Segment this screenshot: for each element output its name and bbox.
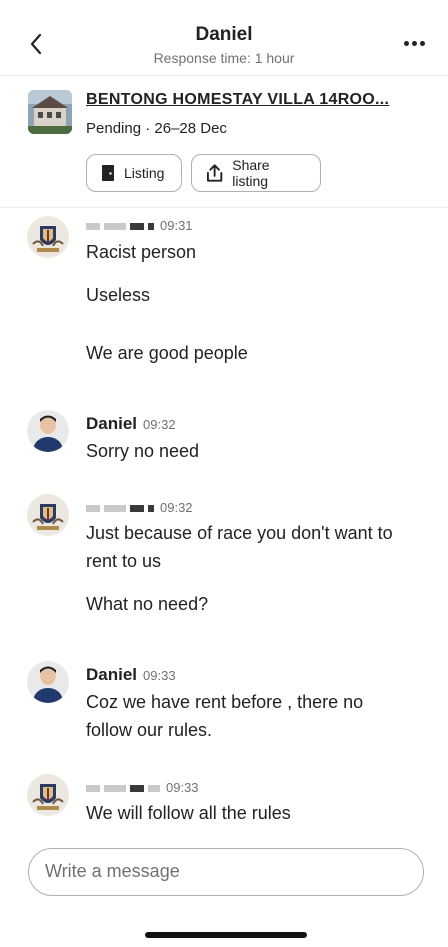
share-listing-button[interactable]: Share listing: [191, 154, 321, 192]
message-text: We are good people: [86, 343, 248, 363]
more-horizontal-icon: [403, 40, 409, 46]
message-time: 09:33: [166, 780, 199, 795]
home-indicator: [145, 932, 307, 938]
booking-status: Pending · 26–28 Dec: [86, 120, 227, 137]
more-dot: [411, 40, 417, 46]
crest-avatar-image: [27, 494, 69, 536]
villa-image: [28, 90, 72, 134]
more-options-button[interactable]: [400, 34, 428, 52]
host-avatar[interactable]: [27, 410, 69, 452]
response-time: Response time: 1 hour: [153, 50, 295, 66]
listing-thumbnail[interactable]: [28, 90, 72, 134]
more-dot: [419, 40, 425, 46]
host-photo: [27, 661, 69, 703]
message-text: What no need?: [86, 594, 209, 614]
listing-card: BENTONG HOMESTAY VILLA 14ROO... Pending …: [0, 76, 448, 208]
host-avatar[interactable]: [27, 661, 69, 703]
message-meta: 09:31: [86, 218, 193, 233]
listing-title-link[interactable]: BENTONG HOMESTAY VILLA 14ROO...: [86, 91, 426, 109]
message-text: Sorry no need: [86, 441, 200, 461]
message-meta: 09:33: [86, 780, 199, 795]
message-text: We will follow all the rules: [86, 803, 291, 823]
message-text: Just because of race you don't want to: [86, 523, 393, 543]
message-time: 09:31: [160, 218, 193, 233]
crest-avatar-image: [27, 216, 69, 258]
guest-avatar[interactable]: [27, 494, 69, 536]
sender-name: Daniel: [86, 414, 138, 433]
message-text: Coz we have rent before , there no: [86, 692, 364, 712]
listing-button-label: Listing: [124, 165, 165, 181]
crest-avatar-image: [27, 774, 69, 816]
redacted-name: [86, 784, 160, 794]
message-meta: Daniel 09:32: [86, 414, 176, 434]
message-text: Racist person: [86, 242, 197, 262]
redacted-name: [86, 222, 154, 232]
door-icon: [102, 165, 114, 181]
message-time: 09:33: [143, 668, 176, 683]
redacted-name: [86, 504, 154, 514]
sender-name: Daniel: [86, 665, 138, 684]
message-text: rent to us: [86, 551, 162, 571]
message-meta: 09:32: [86, 500, 193, 515]
share-upload-icon: [206, 164, 223, 182]
listing-button[interactable]: Listing: [86, 154, 182, 192]
message-meta: Daniel 09:33: [86, 665, 176, 685]
message-time: 09:32: [160, 500, 193, 515]
message-time: 09:32: [143, 417, 176, 432]
guest-avatar[interactable]: [27, 216, 69, 258]
message-input[interactable]: Write a message: [28, 848, 424, 896]
guest-avatar[interactable]: [27, 774, 69, 816]
chat-header: Daniel Response time: 1 hour: [0, 0, 448, 76]
host-name: Daniel: [195, 24, 253, 45]
message-text: Useless: [86, 285, 151, 305]
share-button-label: Share listing: [232, 157, 270, 189]
message-text: follow our rules.: [86, 720, 213, 740]
host-photo: [27, 410, 69, 452]
